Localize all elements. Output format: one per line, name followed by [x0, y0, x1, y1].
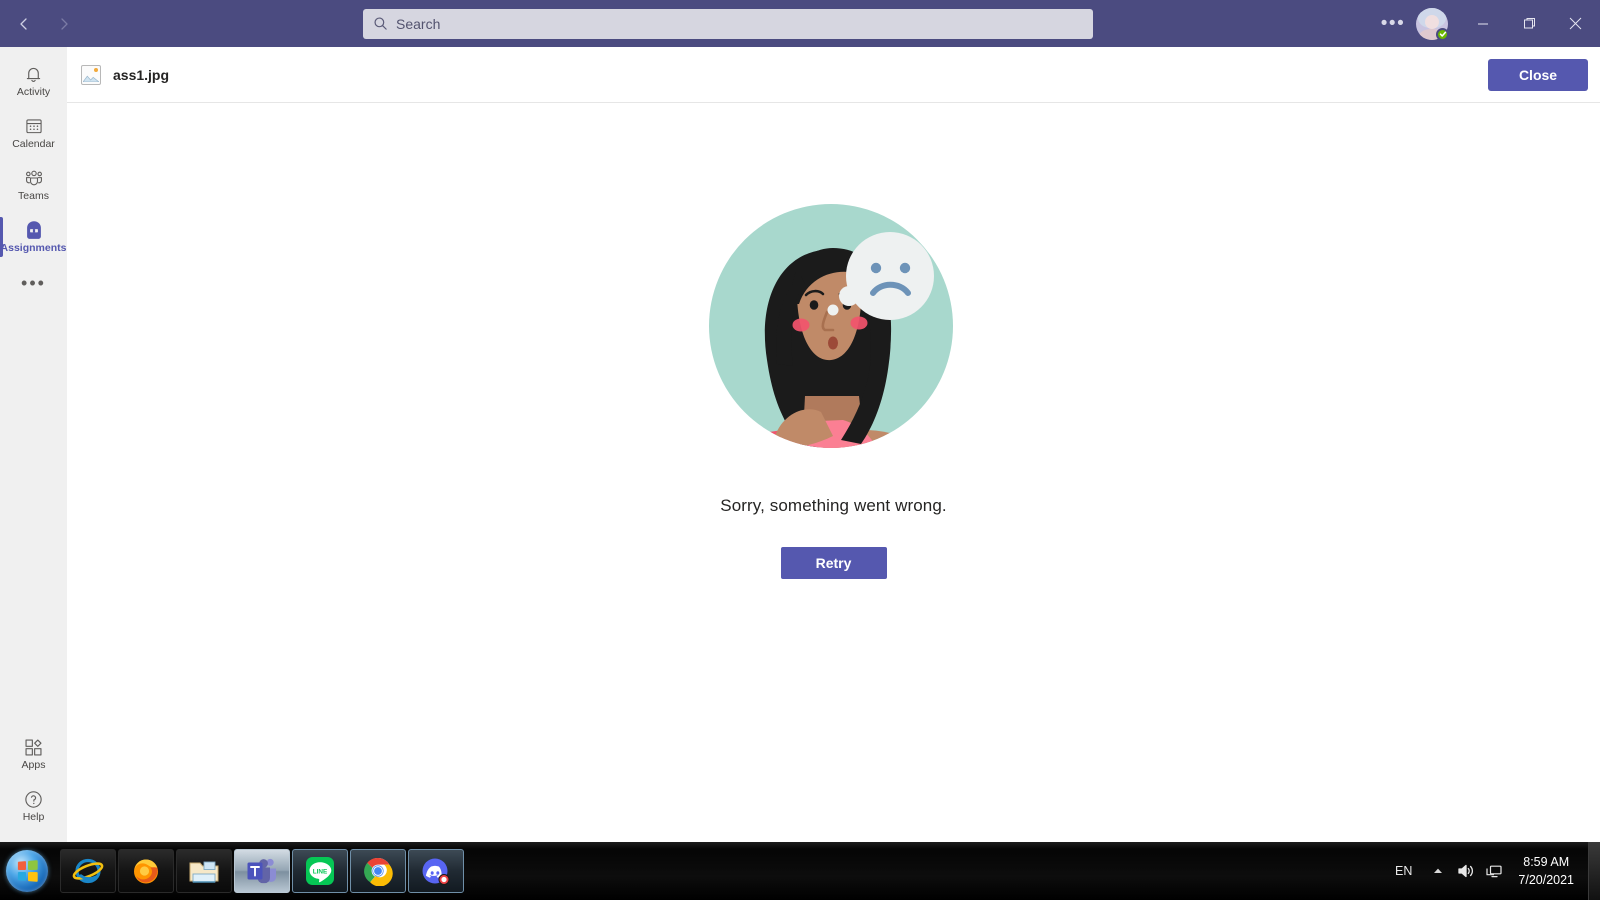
close-preview-button[interactable]: Close — [1488, 58, 1588, 91]
taskbar-file-explorer[interactable] — [176, 849, 232, 893]
sidebar-item-label: Help — [22, 811, 45, 824]
sidebar-item-apps[interactable]: Apps — [0, 728, 67, 780]
people-icon — [23, 167, 45, 189]
sidebar-item-calendar[interactable]: Calendar — [0, 107, 67, 159]
sidebar-item-label: Assignments — [0, 242, 67, 255]
settings-and-more-button[interactable]: ••• — [1376, 7, 1410, 41]
windows-start-orb-icon — [6, 850, 48, 892]
microsoft-teams-icon — [246, 856, 278, 886]
internet-explorer-icon — [72, 855, 104, 887]
system-tray: EN 8:59 AM 7/20/2021 — [1383, 842, 1600, 900]
sidebar-item-assignments[interactable]: Assignments — [0, 211, 67, 263]
title-bar: Search ••• — [0, 0, 1600, 47]
question-circle-icon — [23, 788, 44, 810]
clock-time: 8:59 AM — [1523, 854, 1570, 869]
sidebar-item-label: Teams — [18, 190, 49, 203]
discord-icon — [420, 856, 452, 886]
language-indicator[interactable]: EN — [1383, 864, 1424, 878]
show-desktop-button[interactable] — [1588, 842, 1600, 900]
sidebar-item-label: Calendar — [12, 138, 55, 151]
sidebar-item-label: Activity — [16, 86, 51, 99]
error-state-pane: Sorry, something went wrong. Retry — [67, 103, 1600, 842]
taskbar-firefox[interactable] — [118, 849, 174, 893]
start-button[interactable] — [0, 844, 54, 898]
back-button[interactable] — [8, 8, 40, 40]
content-area: ass1.jpg Close Sorry, something went wro… — [67, 47, 1600, 842]
svg-text:LINE: LINE — [313, 869, 328, 876]
google-chrome-icon — [363, 856, 393, 886]
maximize-button[interactable] — [1506, 0, 1552, 47]
image-file-icon — [81, 64, 101, 85]
close-window-button[interactable] — [1552, 0, 1598, 47]
maximize-icon — [1523, 17, 1536, 30]
speaker-icon — [1457, 863, 1475, 879]
calendar-icon — [24, 115, 44, 137]
sidebar-item-label: Apps — [21, 759, 46, 772]
windows-taskbar: LINE EN 8:59 AM 7/20/2021 — [0, 842, 1600, 900]
bell-icon — [23, 63, 44, 85]
error-message: Sorry, something went wrong. — [720, 496, 947, 515]
search-placeholder-text: Search — [396, 15, 441, 32]
volume-button[interactable] — [1452, 842, 1480, 900]
show-hidden-icons-button[interactable] — [1424, 842, 1452, 900]
taskbar-microsoft-teams[interactable] — [234, 849, 290, 893]
sidebar-item-activity[interactable]: Activity — [0, 55, 67, 107]
user-avatar-button[interactable] — [1416, 7, 1449, 41]
presence-available-badge — [1436, 27, 1449, 41]
minimize-button[interactable] — [1460, 0, 1506, 47]
retry-button[interactable]: Retry — [780, 547, 887, 579]
app-rail-top: Activity Calendar Teams Assignments ••• — [0, 47, 67, 303]
chevron-left-icon — [16, 16, 32, 32]
app-rail: Activity Calendar Teams Assignments ••• … — [0, 47, 67, 842]
sidebar-item-help[interactable]: Help — [0, 780, 67, 832]
chevron-right-icon — [56, 16, 72, 32]
teams-window: Search ••• Activity Calendar Teams Assig… — [0, 0, 1600, 900]
firefox-icon — [130, 855, 162, 887]
more-apps-button[interactable]: ••• — [0, 263, 67, 303]
network-button[interactable] — [1480, 842, 1508, 900]
titlebar-right-controls: ••• — [1376, 0, 1600, 47]
taskbar-buttons: LINE — [54, 849, 464, 893]
taskbar-line[interactable]: LINE — [292, 849, 348, 893]
line-icon: LINE — [305, 856, 335, 886]
network-icon — [1485, 863, 1503, 879]
apps-grid-icon — [23, 736, 44, 758]
taskbar-google-chrome[interactable] — [350, 849, 406, 893]
backpack-icon — [24, 219, 44, 241]
minimize-icon — [1477, 18, 1489, 30]
clock[interactable]: 8:59 AM 7/20/2021 — [1508, 853, 1588, 889]
chevron-up-icon — [1432, 865, 1444, 877]
search-input[interactable]: Search — [363, 8, 1093, 39]
clock-date: 7/20/2021 — [1518, 873, 1574, 887]
sidebar-item-teams[interactable]: Teams — [0, 159, 67, 211]
app-rail-bottom: Apps Help — [0, 728, 67, 842]
close-icon — [1569, 17, 1582, 30]
search-container: Search — [80, 8, 1376, 39]
forward-button[interactable] — [48, 8, 80, 40]
navigation-arrows — [0, 8, 80, 40]
file-explorer-icon — [188, 857, 220, 885]
file-preview-header: ass1.jpg Close — [67, 47, 1600, 103]
page-title: ass1.jpg — [113, 66, 170, 83]
search-icon — [373, 16, 388, 31]
error-illustration — [708, 200, 959, 478]
taskbar-internet-explorer[interactable] — [60, 849, 116, 893]
taskbar-discord[interactable] — [408, 849, 464, 893]
